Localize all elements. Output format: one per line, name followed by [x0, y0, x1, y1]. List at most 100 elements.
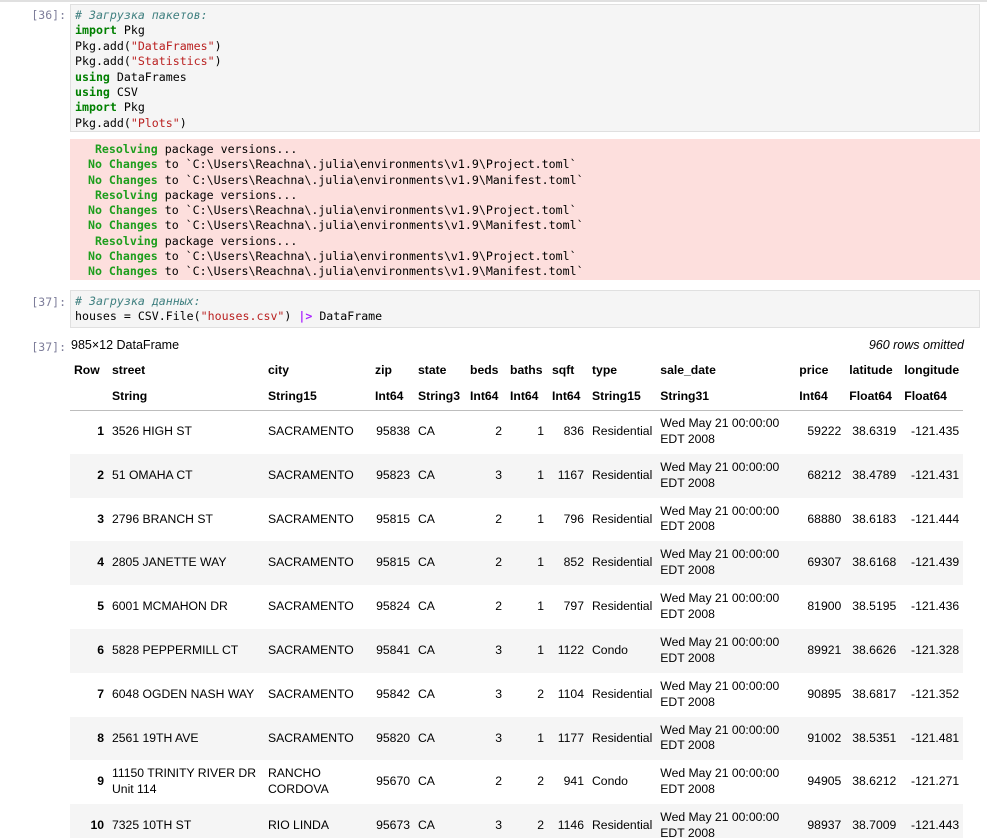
stderr-line: Resolving package versions...	[74, 142, 976, 157]
cell-state: CA	[418, 599, 435, 614]
cell-city: SACRAMENTO	[268, 642, 354, 657]
stderr-line-token: No Changes	[74, 249, 158, 264]
cell-sale_date: Wed May 21 00:00:00 EDT 2008	[660, 678, 780, 709]
cell-sqft: 852	[563, 555, 584, 570]
cell-type: Residential	[592, 599, 653, 614]
cell-beds: 2	[495, 599, 502, 614]
cell-baths: 1	[537, 467, 544, 482]
stderr-line-token: package versions...	[157, 142, 298, 156]
cell-sale_date: Wed May 21 00:00:00 EDT 2008	[660, 591, 780, 622]
cell-beds: 3	[495, 730, 502, 745]
cell-sale_date: Wed May 21 00:00:00 EDT 2008	[660, 766, 780, 797]
cell-beds: 2	[495, 424, 502, 439]
cell-baths: 1	[537, 555, 544, 570]
code-line: # Загрузка пакетов:	[75, 8, 975, 23]
column-type-city: String15	[264, 383, 371, 411]
cell-zip: 95815	[376, 555, 410, 570]
cell-state: CA	[418, 467, 435, 482]
cell-street: 5828 PEPPERMILL CT	[112, 642, 239, 657]
table-row: 9 11150 TRINITY RIVER DR Unit 114 RANCHO C…	[70, 760, 964, 805]
column-type-sqft: Int64	[548, 383, 588, 411]
table-row: 7 6048 OGDEN NASH WAY SACRAMENTO 95842 CA 3 2 1…	[70, 672, 964, 717]
cell-city: SACRAMENTO	[268, 599, 354, 614]
column-type-Row	[70, 383, 108, 411]
code-line-token: )	[179, 115, 187, 130]
cell-latitude: 38.6817	[852, 686, 897, 701]
code-line-token: # Загрузка пакетов:	[75, 8, 208, 22]
cell-state: CA	[418, 818, 435, 833]
stderr-line-token: No Changes	[74, 203, 158, 218]
code-line-token: "houses.csv"	[200, 309, 285, 324]
cell-city: SACRAMENTO	[268, 467, 354, 482]
table-row: 6 5828 PEPPERMILL CT SACRAMENTO 95841 CA 3 1 11…	[70, 628, 964, 673]
cell-type: Residential	[592, 467, 653, 482]
cell-37-in-prompt: [37]:	[31, 295, 66, 309]
cell-sale_date: Wed May 21 00:00:00 EDT 2008	[660, 722, 780, 753]
cell-row: 6	[97, 642, 104, 657]
code-line-token: # Загрузка данных:	[75, 294, 201, 308]
stderr-line: No Changes to `C:\Users\Reachna\.julia\e…	[74, 173, 976, 188]
stderr-line-token: to `C:\Users\Reachna\.julia\environments…	[157, 172, 584, 187]
column-type-longitude: Float64	[900, 383, 964, 411]
code-line-token: Pkg.add(	[75, 115, 131, 130]
cell-row: 1	[97, 424, 104, 439]
cell-street: 2805 JANETTE WAY	[112, 555, 227, 570]
cell-latitude: 38.6183	[852, 511, 897, 526]
cell-street: 2796 BRANCH ST	[112, 511, 213, 526]
cell-city: RIO LINDA	[268, 818, 329, 833]
cell-beds: 3	[495, 642, 502, 657]
cell-city: SACRAMENTO	[268, 730, 354, 745]
stderr-line: No Changes to `C:\Users\Reachna\.julia\e…	[74, 249, 976, 264]
stderr-line: No Changes to `C:\Users\Reachna\.julia\e…	[74, 264, 976, 279]
stderr-line-token: package versions...	[157, 187, 298, 202]
stderr-line: Resolving package versions...	[74, 234, 976, 249]
code-line: # Загрузка данных:	[75, 294, 975, 309]
cell-city: SACRAMENTO	[268, 555, 354, 570]
cell-type: Residential	[592, 686, 653, 701]
cell-row: 9	[97, 774, 104, 789]
cell-street: 51 OMAHA CT	[112, 467, 193, 482]
column-header-state: state	[418, 362, 447, 377]
cell-city: SACRAMENTO	[268, 511, 354, 526]
code-line-token: import	[75, 23, 117, 38]
cell-baths: 1	[537, 730, 544, 745]
dataframe-dimensions: 985×12 DataFrame	[71, 338, 180, 352]
stderr-line-token: to `C:\Users\Reachna\.julia\environments…	[157, 218, 584, 233]
cell-zip: 95823	[376, 467, 410, 482]
cell-36-code-editor[interactable]: # Загрузка пакетов: import Pkg Pkg.add("Da…	[70, 4, 980, 132]
cell-sqft: 836	[563, 424, 584, 439]
cell-city: SACRAMENTO	[268, 424, 354, 439]
stderr-line-token: to `C:\Users\Reachna\.julia\environments…	[157, 249, 577, 264]
stderr-line-token: to `C:\Users\Reachna\.julia\environments…	[157, 203, 577, 218]
cell-street: 2561 19TH AVE	[112, 730, 199, 745]
cell-sale_date: Wed May 21 00:00:00 EDT 2008	[660, 547, 780, 578]
cell-type: Residential	[592, 730, 653, 745]
table-row: 8 2561 19TH AVE SACRAMENTO 95820 CA 3 1 1177 Res…	[70, 716, 964, 761]
column-header-latitude: latitude	[849, 362, 893, 377]
dataframe-table: Row street city zip state beds baths sqft type sa…	[70, 356, 964, 838]
cell-row: 8	[97, 730, 104, 745]
table-row: 5 6001 MCMAHON DR SACRAMENTO 95824 CA 2 1 797 Re…	[70, 585, 964, 629]
column-name-row: Row street city zip state beds baths sqft type sa…	[70, 356, 963, 383]
table-row: 2 51 OMAHA CT SACRAMENTO 95823 CA 3 1 1167 Resid…	[70, 453, 964, 498]
code-line-token: Pkg.add(	[75, 54, 131, 69]
column-header-longitude: longitude	[904, 362, 960, 377]
cell-37-code-editor[interactable]: # Загрузка данных: houses = CSV.File("hou…	[70, 290, 980, 328]
code-line-token: using	[75, 84, 110, 99]
cell-price: 68212	[807, 467, 842, 482]
cell-city: SACRAMENTO	[268, 686, 354, 701]
code-line-token: Pkg.add(	[75, 38, 131, 53]
cell-longitude: -121.435	[911, 424, 960, 439]
code-line-token: DataFrames	[109, 69, 187, 84]
notebook-top-border	[0, 0, 987, 2]
table-row: 1 3526 HIGH ST SACRAMENTO 95838 CA 2 1 836 Resid…	[70, 410, 964, 454]
column-type-type: String15	[588, 383, 657, 411]
cell-street: 7325 10TH ST	[112, 818, 192, 833]
code-line-token: )	[214, 38, 222, 53]
cell-type: Residential	[592, 511, 653, 526]
cell-zip: 95842	[376, 686, 410, 701]
code-line-token: Pkg	[116, 100, 145, 115]
cell-zip: 95838	[376, 424, 410, 439]
cell-sqft: 1167	[557, 467, 584, 482]
cell-city: RANCHO CORDOVA	[268, 766, 329, 797]
